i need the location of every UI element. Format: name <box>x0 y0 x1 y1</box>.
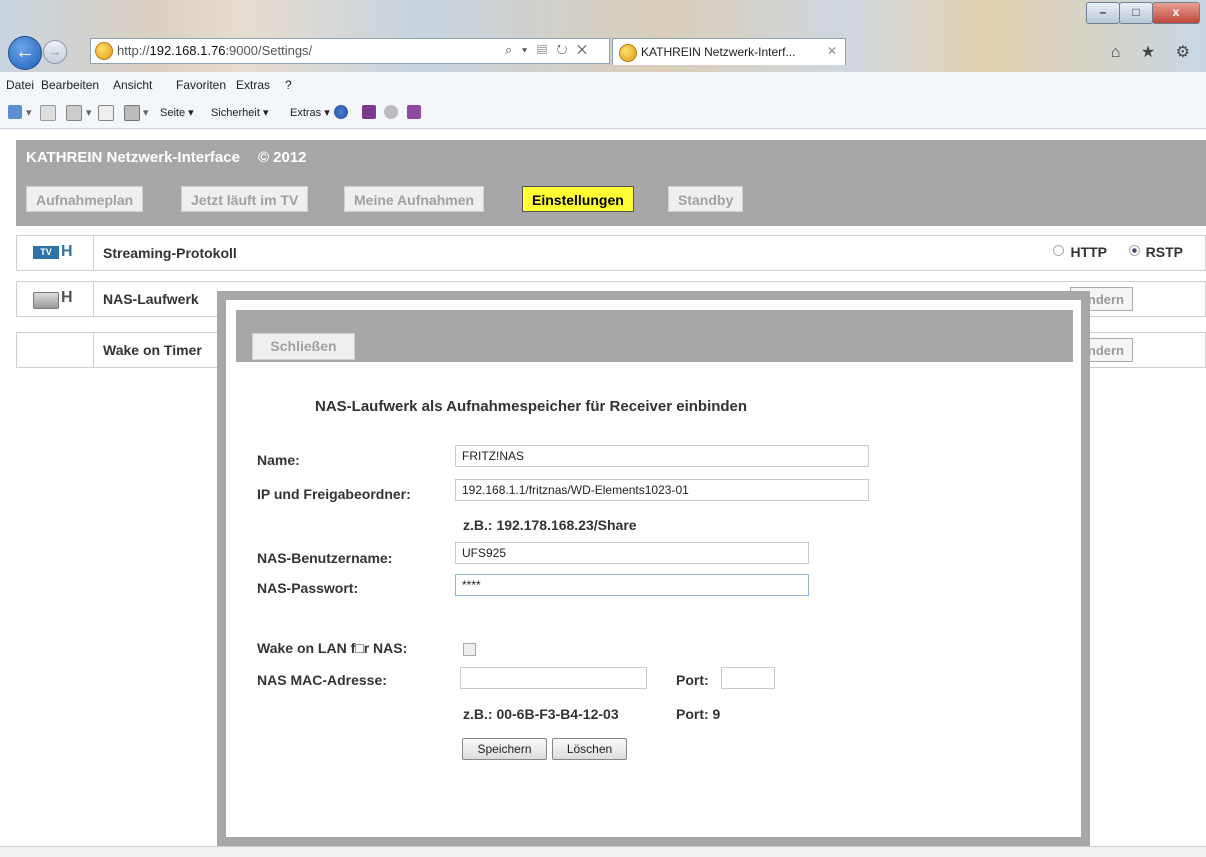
forward-button[interactable]: → <box>43 40 67 64</box>
feeds-icon[interactable] <box>66 105 82 121</box>
ie-tab-icon <box>619 44 637 62</box>
wol-label: Wake on LAN f□r NAS: <box>257 640 408 656</box>
tab-close-icon[interactable]: ✕ <box>827 44 837 58</box>
gear-icon[interactable] <box>384 105 398 119</box>
row-icon-box: TV H <box>17 236 94 270</box>
menu-help[interactable]: ? <box>285 78 292 92</box>
port-input[interactable] <box>721 667 775 689</box>
ie-icon <box>95 42 113 60</box>
port-label: Port: <box>676 672 709 688</box>
password-label: NAS-Passwort: <box>257 580 359 596</box>
menu-favoriten[interactable]: Favoriten <box>176 78 226 92</box>
close-window-button[interactable]: x <box>1152 2 1200 24</box>
save-button[interactable]: Speichern <box>462 738 547 760</box>
url-text: http://192.168.1.76:9000/Settings/ <box>117 43 313 58</box>
password-input[interactable]: **** <box>455 574 809 596</box>
nav-standby[interactable]: Standby <box>668 186 744 212</box>
browser-tab[interactable]: KATHREIN Netzwerk-Interf... ✕ <box>612 38 846 65</box>
wol-checkbox[interactable] <box>463 643 476 656</box>
tv-h-icon: H <box>61 243 73 260</box>
dialog-header-bar: Schließen <box>236 310 1073 362</box>
mail-icon[interactable] <box>98 105 114 121</box>
row-icon-box: H <box>17 282 94 316</box>
window-controls: – □ x <box>1086 2 1200 24</box>
delete-button[interactable]: Löschen <box>552 738 627 760</box>
copyright: © 2012 <box>257 149 307 166</box>
feeds-dropdown-icon[interactable]: ▾ <box>86 106 92 119</box>
tab-title: KATHREIN Netzwerk-Interf... <box>641 45 796 59</box>
maximize-button[interactable]: □ <box>1119 2 1153 24</box>
search-icon[interactable]: ⌕ ▾ ▤ ↻ ✕ <box>505 42 590 58</box>
mac-label: NAS MAC-Adresse: <box>257 672 387 688</box>
mac-hint: z.B.: 00-6B-F3-B4-12-03 <box>463 706 619 722</box>
radio-rstp[interactable]: RSTP <box>1128 244 1183 260</box>
menu-bar: Datei Bearbeiten Ansicht Favoriten Extra… <box>0 72 1206 98</box>
minimize-button[interactable]: – <box>1086 2 1120 24</box>
onenote-2-icon[interactable] <box>407 105 421 119</box>
help-icon[interactable] <box>334 105 348 119</box>
name-input[interactable]: FRITZ!NAS <box>455 445 869 467</box>
hand-icon[interactable] <box>40 105 56 121</box>
onenote-icon[interactable] <box>362 105 376 119</box>
tv-icon: TV <box>33 246 59 259</box>
menu-seite[interactable]: Seite ▾ <box>160 106 194 119</box>
streaming-protocol-label: Streaming-Protokoll <box>103 245 237 261</box>
wake-on-timer-label: Wake on Timer <box>103 342 202 358</box>
nav-aufnahmeplan[interactable]: Aufnahmeplan <box>26 186 144 212</box>
radio-rstp-button[interactable] <box>1128 245 1140 256</box>
name-label: Name: <box>257 452 300 468</box>
nas-drive-label: NAS-Laufwerk <box>103 291 199 307</box>
back-button[interactable]: ← <box>8 36 42 70</box>
nav-jetzt-laeuft[interactable]: Jetzt läuft im TV <box>181 186 309 212</box>
nas-dialog: Schließen NAS-Laufwerk als Aufnahmespeic… <box>217 291 1090 846</box>
nav-einstellungen[interactable]: Einstellungen <box>522 186 634 212</box>
protocol-options: HTTP RSTP <box>1035 244 1183 260</box>
ip-hint: z.B.: 192.178.168.23/Share <box>463 517 637 533</box>
radio-http-label: HTTP <box>1070 244 1107 260</box>
home-favorites-tools-icons[interactable]: ⌂ ★ ⚙ <box>1111 42 1198 62</box>
menu-extras[interactable]: Extras <box>236 78 270 92</box>
brand-name: KATHREIN Netzwerk-Interface <box>26 149 240 166</box>
nas-h-icon: H <box>61 289 73 306</box>
menu-bearbeiten[interactable]: Bearbeiten <box>41 78 99 92</box>
username-label: NAS-Benutzername: <box>257 550 393 566</box>
radio-http[interactable]: HTTP <box>1053 244 1107 260</box>
browser-titlebar: – □ x ← → http://192.168.1.76:9000/Setti… <box>0 0 1206 72</box>
menu-sicherheit[interactable]: Sicherheit ▾ <box>211 106 269 119</box>
address-bar[interactable]: http://192.168.1.76:9000/Settings/ ⌕ ▾ ▤… <box>90 38 610 64</box>
mac-input[interactable] <box>460 667 647 689</box>
streaming-protocol-row: TV H Streaming-Protokoll HTTP RSTP <box>16 235 1206 271</box>
print-dropdown-icon[interactable]: ▾ <box>143 106 149 119</box>
nas-drive-icon <box>33 292 59 309</box>
radio-http-button[interactable] <box>1053 245 1065 256</box>
ip-share-input[interactable]: 192.168.1.1/fritznas/WD-Elements1023-01 <box>455 479 869 501</box>
dialog-title: NAS-Laufwerk als Aufnahmespeicher für Re… <box>315 398 748 415</box>
app-header: KATHREIN Netzwerk-Interface © 2012 Aufnah… <box>16 140 1206 226</box>
row-icon-box <box>17 333 94 367</box>
home-dropdown-icon[interactable]: ▾ <box>26 106 32 119</box>
radio-rstp-label: RSTP <box>1145 244 1183 260</box>
menu-datei[interactable]: Datei <box>6 78 34 92</box>
username-input[interactable]: UFS925 <box>455 542 809 564</box>
menu-extras-cmd[interactable]: Extras ▾ <box>290 106 330 119</box>
ip-label: IP und Freigabeordner: <box>257 486 411 502</box>
horizontal-scrollbar[interactable] <box>0 846 1206 857</box>
menu-ansicht[interactable]: Ansicht <box>113 78 152 92</box>
command-bar: ▾ ▾ ▾ Seite ▾ Sicherheit ▾ Extras ▾ <box>0 98 1206 129</box>
print-icon[interactable] <box>124 105 140 121</box>
page-title: KATHREIN Netzwerk-Interface © 2012 <box>26 149 307 166</box>
nav-meine-aufnahmen[interactable]: Meine Aufnahmen <box>344 186 485 212</box>
port-hint: Port: 9 <box>676 706 721 722</box>
close-dialog-button[interactable]: Schließen <box>252 333 355 360</box>
home-icon[interactable] <box>8 105 22 119</box>
